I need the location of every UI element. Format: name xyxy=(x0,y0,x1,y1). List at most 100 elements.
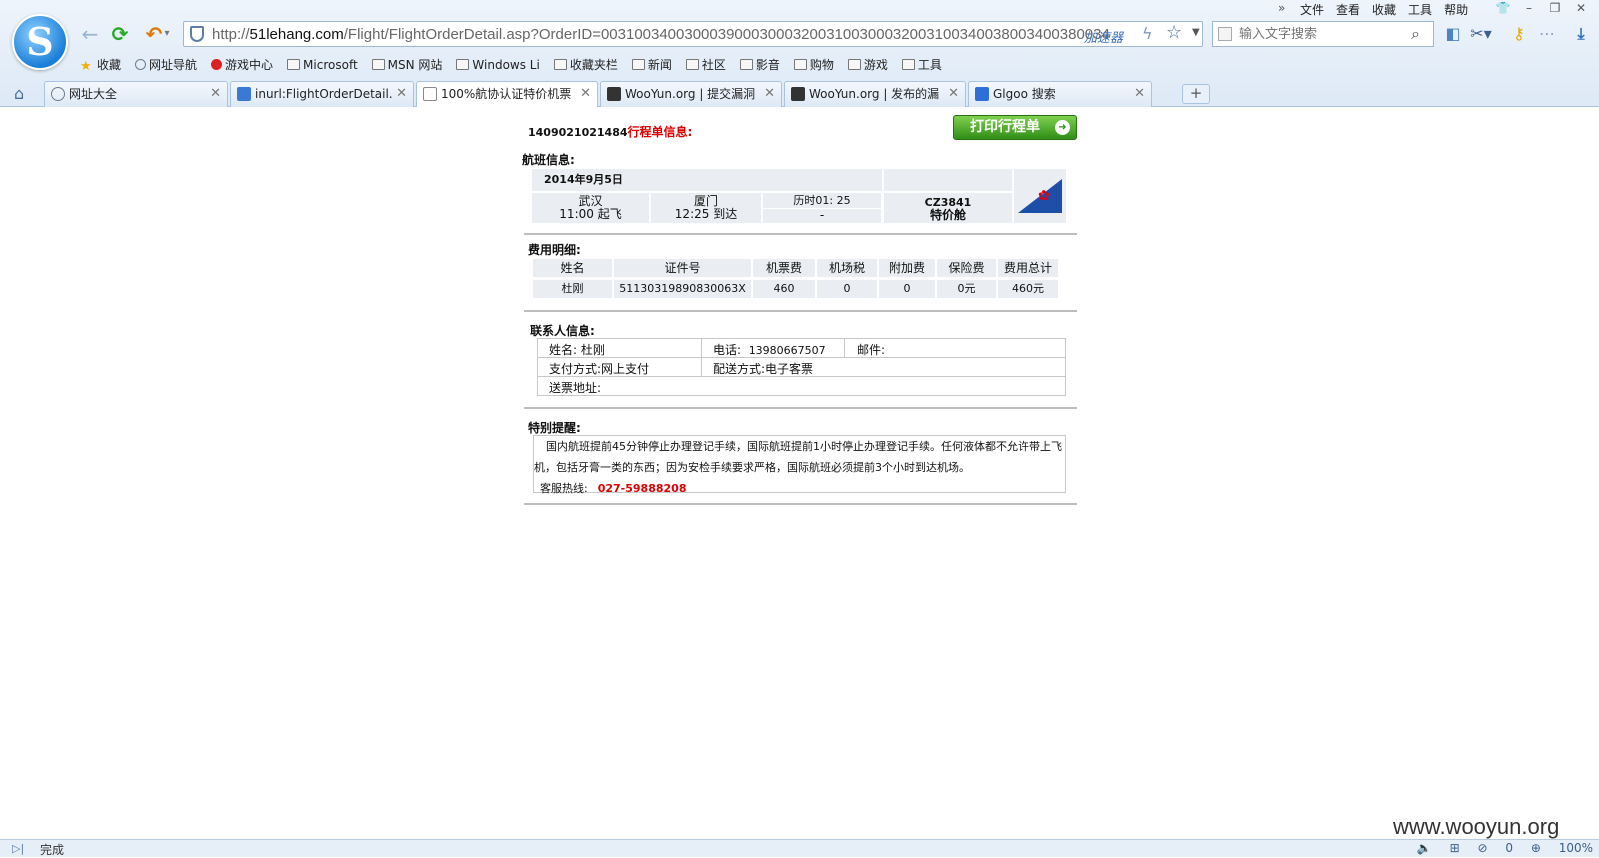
zoom-level-value: 100% xyxy=(1558,841,1593,855)
table-header-cell: 附加费 xyxy=(879,259,935,277)
table-cell: 460 xyxy=(753,280,815,298)
scissors-icon[interactable]: ✂▾ xyxy=(1470,24,1492,44)
hotline: 客服热线: 027-59888208 xyxy=(534,478,1063,499)
order-title: 行程单信息: xyxy=(627,125,693,139)
search-input[interactable] xyxy=(1239,25,1399,43)
table-header-cell: 机场税 xyxy=(817,259,877,277)
search-engine-icon[interactable] xyxy=(1218,27,1232,41)
shield-icon xyxy=(190,26,204,42)
hotline-number: 027-59888208 xyxy=(597,482,687,495)
star-icon: ★ xyxy=(80,59,92,74)
bookmark-item[interactable]: 影音 xyxy=(739,56,780,73)
table-cell: 0 xyxy=(879,280,935,298)
flight-date: 2014年9月5日 xyxy=(532,169,882,191)
bookmark-item[interactable]: 社区 xyxy=(685,56,726,73)
address-bar[interactable]: http://51lehang.com/Flight/FlightOrderDe… xyxy=(183,21,1203,47)
close-icon[interactable]: ✕ xyxy=(396,82,407,106)
close-icon[interactable]: ✕ xyxy=(210,82,221,106)
bookmark-item[interactable]: MSN 网站 xyxy=(371,56,443,73)
search-box: ⌕ xyxy=(1212,21,1434,47)
minimize-button[interactable]: – xyxy=(1516,1,1542,15)
bookmark-label: 社区 xyxy=(701,58,726,72)
lightning-icon[interactable]: ϟ xyxy=(1142,24,1153,43)
browser-logo-icon[interactable]: S xyxy=(12,14,68,70)
sidebar-toggle-icon[interactable]: ◧ xyxy=(1442,24,1464,44)
bookmark-item[interactable]: Windows Li xyxy=(456,58,540,72)
favorite-star-icon[interactable]: ☆ xyxy=(1166,22,1182,43)
menu-file[interactable]: 文件 xyxy=(1300,3,1324,17)
tab-3[interactable]: 100%航协认证特价机票 ✕ xyxy=(416,81,598,108)
address-dropdown-icon[interactable]: ▼ xyxy=(1192,27,1200,38)
bookmark-item[interactable]: 新闻 xyxy=(631,56,672,73)
bookmark-item[interactable]: 收藏夹栏 xyxy=(553,56,618,73)
contact-section: 联系人信息: 姓名: 杜刚 电话: 13980667507 邮件: 支付方式:网… xyxy=(524,312,1077,407)
close-icon[interactable]: ✕ xyxy=(1134,82,1145,106)
folder-icon xyxy=(631,59,645,70)
bookmark-item[interactable]: 购物 xyxy=(793,56,834,73)
tab-1[interactable]: 网址大全 ✕ xyxy=(44,81,228,107)
close-icon[interactable]: ✕ xyxy=(948,82,959,106)
table-header-cell: 姓名 xyxy=(533,259,612,277)
skin-icon[interactable]: 👕 xyxy=(1490,1,1516,15)
menu-help[interactable]: 帮助 xyxy=(1444,3,1468,17)
tab-label: 100%航协认证特价机票 xyxy=(441,87,572,101)
more-dots-icon[interactable]: ⋯ xyxy=(1536,24,1558,44)
departure-cell: 武汉 11:00 起飞 xyxy=(532,193,649,223)
restore-button[interactable]: ❐ xyxy=(1542,1,1568,15)
table-header-cell: 费用总计 xyxy=(998,259,1058,277)
bookmark-item[interactable]: Microsoft xyxy=(287,58,358,72)
tab-5[interactable]: WooYun.org | 发布的漏 ✕ xyxy=(784,81,966,107)
blocked-count[interactable]: ⊘ 0 xyxy=(1477,841,1513,855)
close-icon[interactable]: ✕ xyxy=(580,82,591,106)
notice-text: 国内航班提前45分钟停止办理登记手续，国际航班提前1小时停止办理登记手续。任何液… xyxy=(534,440,1062,474)
folder-icon xyxy=(901,59,915,70)
payment-label: 支付方式: xyxy=(549,362,602,376)
home-icon[interactable]: ⌂ xyxy=(14,84,24,103)
zoom-level[interactable]: ⊕ 100% xyxy=(1531,841,1593,855)
search-icon[interactable]: ⌕ xyxy=(1411,24,1420,44)
bookmark-item[interactable]: 游戏 xyxy=(847,56,888,73)
bookmark-label: 新闻 xyxy=(647,58,672,72)
new-tab-button[interactable]: + xyxy=(1182,84,1210,104)
download-icon[interactable]: ⤓ xyxy=(1570,24,1592,44)
bookmark-item[interactable]: 游戏中心 xyxy=(211,56,273,73)
bookmark-item[interactable]: ★ 收藏 xyxy=(80,56,121,74)
menu-favorites[interactable]: 收藏 xyxy=(1372,3,1396,17)
url-text[interactable]: http://51lehang.com/Flight/FlightOrderDe… xyxy=(212,26,1110,43)
blocked-count-value: 0 xyxy=(1505,841,1513,855)
accelerator-button[interactable]: 加速器 xyxy=(1084,27,1123,46)
delivery-label: 配送方式: xyxy=(713,362,766,376)
volume-icon[interactable]: 🔈 xyxy=(1417,841,1432,855)
tab-2[interactable]: inurl:FlightOrderDetail. ✕ xyxy=(230,81,414,107)
contact-email: 邮件: xyxy=(857,341,885,358)
menu-tools[interactable]: 工具 xyxy=(1408,3,1432,17)
close-icon[interactable]: ✕ xyxy=(764,82,775,106)
tab-4[interactable]: WooYun.org | 提交漏洞 ✕ xyxy=(600,81,782,107)
menu-view[interactable]: 查看 xyxy=(1336,3,1360,17)
close-button[interactable]: ✕ xyxy=(1568,1,1594,15)
back-button[interactable]: ← xyxy=(78,22,102,46)
play-icon[interactable]: ▷| xyxy=(12,842,24,855)
chevron-down-icon[interactable]: ▾ xyxy=(162,22,172,46)
page-content: 1409021021484行程单信息: 打印行程单 ➜ 航班信息: 2014年9月… xyxy=(0,107,1599,839)
bookmark-label: 游戏 xyxy=(863,58,888,72)
bookmark-label: 收藏 xyxy=(97,58,122,72)
tab-label: Glgoo 搜索 xyxy=(993,87,1056,101)
menu-expand-icon[interactable]: » xyxy=(1278,1,1285,15)
network-icon[interactable]: ⊞ xyxy=(1450,841,1460,855)
contact-phone-value: 13980667507 xyxy=(748,344,826,357)
browser-chrome: S ← ⟳ ↶ ▾ http://51lehang.com/Flight/Fli… xyxy=(0,0,1599,108)
print-itinerary-label: 打印行程单 xyxy=(970,119,1040,135)
bookmark-label: 影音 xyxy=(755,58,780,72)
delivery-address: 送票地址: xyxy=(549,379,601,396)
key-icon[interactable]: ⚷ xyxy=(1508,24,1530,44)
bookmark-item[interactable]: 网址导航 xyxy=(135,56,197,73)
tab-6[interactable]: Glgoo 搜索 ✕ xyxy=(968,81,1152,107)
url-path: /Flight/FlightOrderDetail.asp?OrderID=00… xyxy=(343,26,1110,43)
tab-label: WooYun.org | 提交漏洞 xyxy=(625,87,756,101)
folder-icon xyxy=(371,59,385,70)
bookmark-label: MSN 网站 xyxy=(387,58,443,72)
refresh-button[interactable]: ⟳ xyxy=(108,22,132,46)
bookmark-item[interactable]: 工具 xyxy=(901,56,942,73)
print-itinerary-button[interactable]: 打印行程单 ➜ xyxy=(953,115,1077,140)
